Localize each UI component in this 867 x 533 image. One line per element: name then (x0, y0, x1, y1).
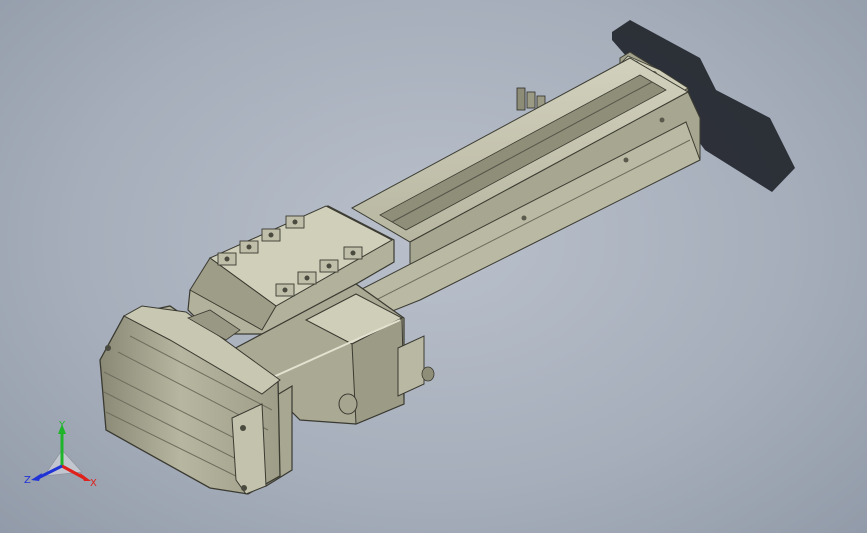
model-scene[interactable] (0, 0, 867, 533)
view-orientation-triad[interactable]: Y X Z (22, 420, 106, 492)
z-axis-label: Z (24, 475, 31, 486)
z-axis-arrow (31, 473, 42, 481)
y-axis-label: Y (58, 420, 66, 431)
x-axis-label: X (90, 478, 97, 489)
graphics-viewport[interactable]: Y X Z (0, 0, 867, 533)
